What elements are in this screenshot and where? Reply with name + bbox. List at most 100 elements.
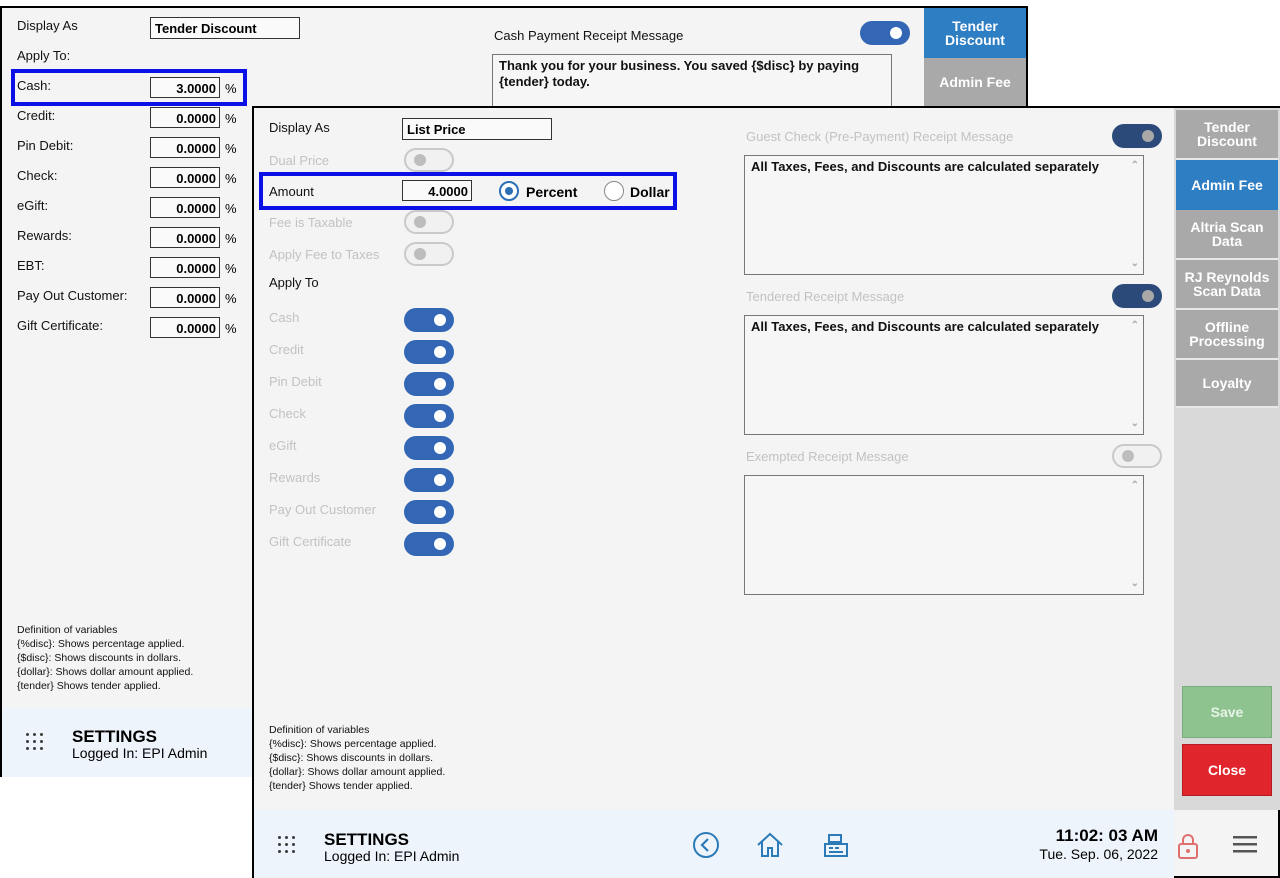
exempted-label: Exempted Receipt Message <box>746 449 909 464</box>
tab-rj-reynolds-scan-data[interactable]: RJ Reynolds Scan Data <box>1176 260 1278 310</box>
cash-register-icon[interactable] <box>821 830 851 860</box>
egift-toggle[interactable] <box>404 436 454 460</box>
dollar-radio[interactable] <box>604 181 624 201</box>
row-label: Gift Certificate: <box>17 318 103 333</box>
variables-help: Definition of variables {%disc}: Shows p… <box>17 624 194 692</box>
display-as-label: Display As <box>269 120 330 135</box>
footer-bar: SETTINGS Logged In: EPI Admin <box>2 708 252 777</box>
tab-admin-fee[interactable]: Admin Fee <box>1176 160 1278 210</box>
home-icon[interactable] <box>755 830 785 860</box>
dual-price-label: Dual Price <box>269 153 329 168</box>
gift-certificate-toggle[interactable] <box>404 532 454 556</box>
apply-to-label: Apply To: <box>17 48 71 63</box>
exempted-toggle[interactable] <box>1112 444 1162 468</box>
pay-out-customer-percent-input[interactable]: 0.0000 <box>150 287 220 308</box>
guest-check-label: Guest Check (Pre-Payment) Receipt Messag… <box>746 129 1014 144</box>
display-as-input[interactable]: Tender Discount <box>150 17 300 39</box>
back-arrow-icon[interactable] <box>692 831 720 859</box>
tab-tender-discount[interactable]: Tender Discount <box>924 8 1026 58</box>
rewards-percent-input[interactable]: 0.0000 <box>150 227 220 248</box>
row-label: EBT: <box>17 258 45 273</box>
tendered-label: Tendered Receipt Message <box>746 289 905 304</box>
row-label: eGift: <box>17 198 49 213</box>
apps-grid-icon[interactable] <box>26 733 44 751</box>
cash-receipt-textarea[interactable]: Thank you for your business. You saved {… <box>492 54 892 109</box>
percent-radio-label: Percent <box>526 184 578 200</box>
percent-unit: % <box>225 321 237 336</box>
guest-check-toggle[interactable] <box>1112 124 1162 148</box>
rewards-toggle[interactable] <box>404 468 454 492</box>
apps-grid-icon[interactable] <box>278 836 296 854</box>
percent-unit: % <box>225 231 237 246</box>
tab-admin-fee[interactable]: Admin Fee <box>924 58 1026 108</box>
pin-debit-toggle[interactable] <box>404 372 454 396</box>
apply-fee-taxes-toggle[interactable] <box>404 242 454 266</box>
check-percent-input[interactable]: 0.0000 <box>150 167 220 188</box>
apply-item-label: eGift <box>269 438 297 453</box>
pay-out-customer-toggle[interactable] <box>404 500 454 524</box>
cash-toggle[interactable] <box>404 308 454 332</box>
percent-unit: % <box>225 291 237 306</box>
row-label: Check: <box>17 168 58 183</box>
admin-fee-window: Display As List Price Dual Price Amount … <box>252 106 1280 878</box>
guest-check-textarea[interactable]: All Taxes, Fees, and Discounts are calcu… <box>744 155 1144 275</box>
cash-percent-input[interactable]: 3.0000 <box>150 77 220 98</box>
tendered-toggle[interactable] <box>1112 284 1162 308</box>
row-label: Rewards: <box>17 228 72 243</box>
credit-percent-input[interactable]: 0.0000 <box>150 107 220 128</box>
apply-item-label: Check <box>269 406 306 421</box>
row-label: Pay Out Customer: <box>17 288 128 303</box>
dual-price-toggle[interactable] <box>404 148 454 172</box>
variables-help: Definition of variables {%disc}: Shows p… <box>269 724 446 792</box>
tab-altria-scan-data[interactable]: Altria Scan Data <box>1176 210 1278 260</box>
tab-offline-processing[interactable]: Offline Processing <box>1176 310 1278 360</box>
apply-item-label: Gift Certificate <box>269 534 352 549</box>
cash-receipt-toggle[interactable] <box>860 21 910 45</box>
amount-input[interactable]: 4.0000 <box>402 180 472 201</box>
exempted-textarea[interactable]: ⌃ ⌄ <box>744 475 1144 595</box>
row-label: Pin Debit: <box>17 138 74 153</box>
percent-radio[interactable] <box>499 181 519 201</box>
dollar-radio-label: Dollar <box>630 184 670 200</box>
apply-item-label: Pin Debit <box>269 374 322 389</box>
cash-receipt-label: Cash Payment Receipt Message <box>494 28 684 43</box>
settings-title: SETTINGS <box>324 830 410 849</box>
amount-label: Amount <box>269 184 314 199</box>
tab-loyalty[interactable]: Loyalty <box>1176 360 1278 408</box>
logged-in-text: Logged In: EPI Admin <box>72 745 208 761</box>
apply-to-label: Apply To <box>269 275 319 290</box>
percent-unit: % <box>225 141 237 156</box>
credit-toggle[interactable] <box>404 340 454 364</box>
egift-percent-input[interactable]: 0.0000 <box>150 197 220 218</box>
logged-in-text: Logged In: EPI Admin <box>324 848 460 864</box>
clock-time: 11:02: 03 AM <box>1055 826 1158 845</box>
apply-item-label: Pay Out Customer <box>269 502 376 517</box>
lock-icon[interactable] <box>1176 832 1200 860</box>
tendered-textarea[interactable]: All Taxes, Fees, and Discounts are calcu… <box>744 315 1144 435</box>
clock-date: Tue. Sep. 06, 2022 <box>1039 846 1158 862</box>
check-toggle[interactable] <box>404 404 454 428</box>
display-as-label: Display As <box>17 18 78 33</box>
row-label: Credit: <box>17 108 56 123</box>
pin-debit-percent-input[interactable]: 0.0000 <box>150 137 220 158</box>
close-button[interactable]: Close <box>1182 744 1272 796</box>
percent-unit: % <box>225 81 237 96</box>
percent-unit: % <box>225 261 237 276</box>
row-label: Cash: <box>17 78 51 93</box>
apply-fee-taxes-label: Apply Fee to Taxes <box>269 247 380 262</box>
display-as-input[interactable]: List Price <box>402 118 552 140</box>
percent-unit: % <box>225 111 237 126</box>
apply-item-label: Rewards <box>269 470 321 485</box>
gift-certificate-percent-input[interactable]: 0.0000 <box>150 317 220 338</box>
save-button[interactable]: Save <box>1182 686 1272 738</box>
settings-title: SETTINGS <box>72 727 158 746</box>
apply-item-label: Cash <box>269 310 300 325</box>
ebt-percent-input[interactable]: 0.0000 <box>150 257 220 278</box>
menu-icon[interactable] <box>1232 834 1258 856</box>
fee-taxable-label: Fee is Taxable <box>269 215 353 230</box>
percent-unit: % <box>225 201 237 216</box>
tab-tender-discount[interactable]: Tender Discount <box>1176 110 1278 160</box>
fee-taxable-toggle[interactable] <box>404 210 454 234</box>
percent-unit: % <box>225 171 237 186</box>
apply-item-label: Credit <box>269 342 304 357</box>
